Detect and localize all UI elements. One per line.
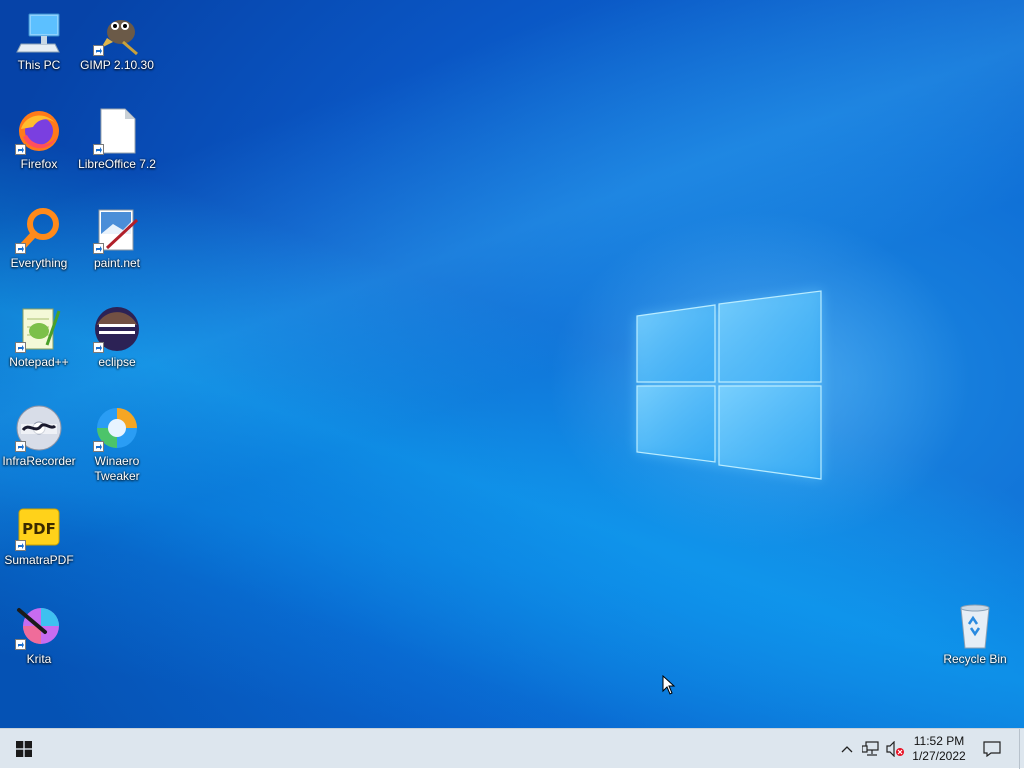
desktop-icon-label: eclipse <box>98 355 136 369</box>
shortcut-arrow-icon <box>15 441 26 452</box>
shortcut-arrow-icon <box>93 342 104 353</box>
mouse-cursor-icon <box>662 675 676 695</box>
desktop-icon-infrarecorder[interactable]: InfraRecorder <box>0 404 78 469</box>
tray-overflow-button[interactable] <box>838 729 856 769</box>
chevron-up-icon <box>841 746 853 753</box>
desktop-icon-label: Notepad++ <box>9 355 69 369</box>
desktop-icon-label: This PC <box>17 58 61 72</box>
shortcut-arrow-icon <box>93 243 104 254</box>
document-icon <box>93 107 141 155</box>
notepad-plus-plus-icon <box>15 305 63 353</box>
magnifier-icon <box>15 206 63 254</box>
action-center-icon <box>983 741 1001 757</box>
desktop-icon-label: InfraRecorder <box>2 454 76 468</box>
shortcut-arrow-icon <box>15 243 26 254</box>
eclipse-icon <box>93 305 141 353</box>
desktop-icon-libreoffice[interactable]: LibreOffice 7.2 <box>78 107 156 172</box>
shortcut-arrow-icon <box>15 540 26 551</box>
shortcut-arrow-icon <box>15 144 26 155</box>
desktop-icon-this-pc[interactable]: This PC <box>0 8 78 73</box>
desktop-icon-label: LibreOffice 7.2 <box>78 157 156 171</box>
desktop-icon-label: SumatraPDF <box>4 553 74 567</box>
volume-muted-icon <box>886 741 904 757</box>
desktop-icon-label: paint.net <box>93 256 141 270</box>
shortcut-arrow-icon <box>93 45 104 56</box>
svg-text:PDF: PDF <box>22 520 56 538</box>
desktop-icon-eclipse[interactable]: eclipse <box>78 305 156 370</box>
winaero-tweaker-icon <box>93 404 141 452</box>
action-center-button[interactable] <box>980 729 1004 769</box>
start-button[interactable] <box>0 729 48 769</box>
desktop-icon-everything[interactable]: Everything <box>0 206 78 271</box>
desktop-icon-label: Recycle Bin <box>943 652 1007 666</box>
clock-date: 1/27/2022 <box>912 749 966 763</box>
show-desktop-button[interactable] <box>1019 729 1024 769</box>
desktop-icon-label: Krita <box>26 652 52 666</box>
desktop[interactable]: This PC GIMP 2.10.30 Firefox LibreOffice… <box>0 0 1024 728</box>
taskbar: 11:52 PM 1/27/2022 <box>0 728 1024 769</box>
desktop-icon-krita[interactable]: Krita <box>0 602 78 667</box>
desktop-icon-sumatrapdf[interactable]: PDF SumatraPDF <box>0 503 78 568</box>
network-button[interactable] <box>860 729 882 769</box>
pdf-icon: PDF <box>15 503 63 551</box>
paint-net-icon <box>93 206 141 254</box>
windows-logo-icon <box>16 741 32 757</box>
krita-icon <box>15 602 63 650</box>
computer-icon <box>15 8 63 56</box>
firefox-icon <box>15 107 63 155</box>
desktop-icon-winaero-tweaker[interactable]: Winaero Tweaker <box>78 404 156 484</box>
clock-time: 11:52 PM <box>913 734 965 748</box>
desktop-icon-firefox[interactable]: Firefox <box>0 107 78 172</box>
volume-button[interactable] <box>884 729 906 769</box>
desktop-icon-label: GIMP 2.10.30 <box>80 58 154 72</box>
desktop-icon-gimp[interactable]: GIMP 2.10.30 <box>78 8 156 73</box>
shortcut-arrow-icon <box>93 441 104 452</box>
recycle-bin-icon <box>951 602 999 650</box>
desktop-icon-paint-net[interactable]: paint.net <box>78 206 156 271</box>
desktop-icon-label: Winaero Tweaker <box>94 454 140 483</box>
desktop-icon-label: Firefox <box>20 157 58 171</box>
desktop-icon-recycle-bin[interactable]: Recycle Bin <box>936 602 1014 667</box>
gimp-icon <box>93 8 141 56</box>
clock[interactable]: 11:52 PM 1/27/2022 <box>906 729 972 769</box>
infrarecorder-icon <box>15 404 63 452</box>
shortcut-arrow-icon <box>93 144 104 155</box>
shortcut-arrow-icon <box>15 342 26 353</box>
desktop-icon-label: Everything <box>10 256 68 270</box>
desktop-icon-notepad-plus-plus[interactable]: Notepad++ <box>0 305 78 370</box>
shortcut-arrow-icon <box>15 639 26 650</box>
network-icon <box>862 741 879 756</box>
